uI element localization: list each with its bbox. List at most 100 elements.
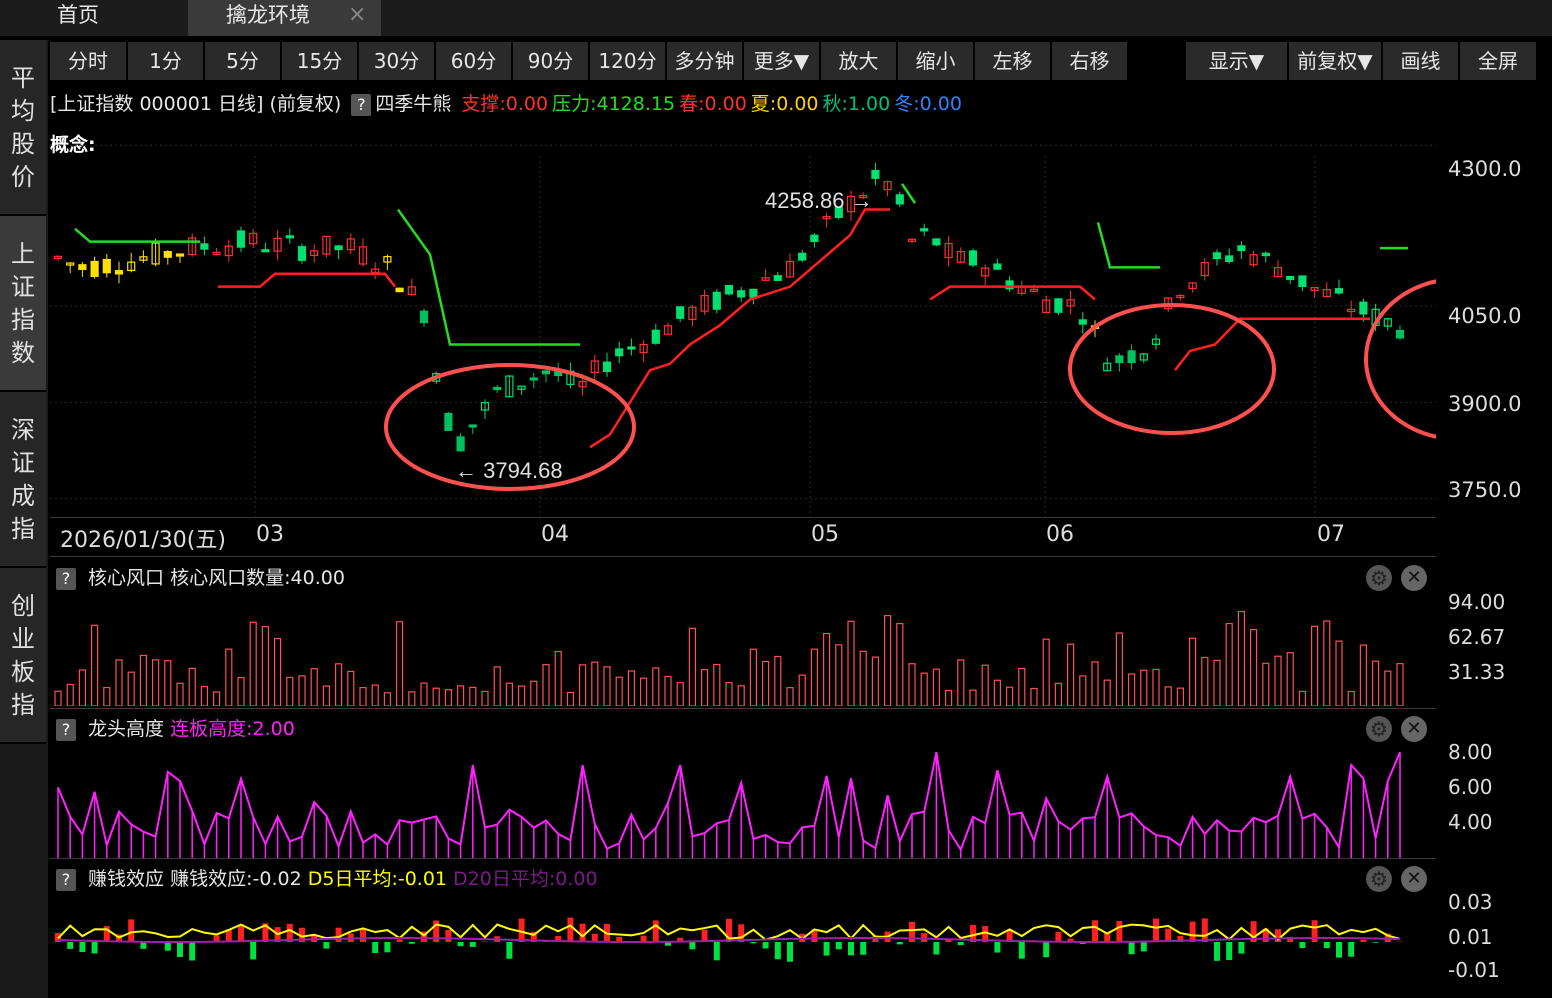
candle-body bbox=[114, 270, 124, 275]
profit-bar bbox=[689, 942, 696, 950]
core-wind-bar bbox=[505, 682, 513, 706]
core-wind-bar bbox=[908, 663, 916, 706]
support-line bbox=[218, 272, 396, 288]
candle-body bbox=[712, 291, 721, 310]
close-icon[interactable]: ✕ bbox=[1401, 716, 1427, 742]
profit-bar bbox=[652, 920, 659, 942]
toolbar-button[interactable]: 画线 bbox=[1383, 42, 1460, 80]
profit-bar bbox=[848, 942, 854, 956]
core-wind-bar bbox=[90, 624, 99, 706]
toolbar-button[interactable]: 左移 bbox=[975, 42, 1052, 80]
toolbar-button[interactable]: 显示▼ bbox=[1186, 42, 1289, 80]
close-icon[interactable]: × bbox=[348, 0, 366, 30]
toolbar-button[interactable]: 多分钟 bbox=[667, 42, 744, 80]
candle-body bbox=[1334, 288, 1344, 294]
help-icon[interactable]: ? bbox=[56, 567, 76, 590]
gear-icon[interactable]: ⚙ bbox=[1366, 716, 1392, 742]
core-wind-bar bbox=[1286, 652, 1294, 706]
toolbar-button[interactable]: 5分 bbox=[205, 42, 282, 80]
toolbar-button[interactable]: 放大 bbox=[821, 42, 898, 80]
profit-bar bbox=[713, 942, 720, 961]
toolbar-button[interactable]: 90分 bbox=[513, 42, 590, 80]
y-tick: 4050.0 bbox=[1448, 304, 1522, 328]
pressure-line bbox=[900, 183, 917, 204]
profit-bar bbox=[787, 942, 793, 962]
sidebar-item-chinext[interactable]: 创业板指 bbox=[0, 568, 46, 744]
panel-title: 赚钱效应 bbox=[88, 868, 165, 890]
divider bbox=[50, 708, 1436, 709]
profit-bar bbox=[1360, 939, 1367, 942]
profit-bar bbox=[567, 917, 574, 942]
profit-bar bbox=[506, 942, 513, 959]
candle-body bbox=[1212, 252, 1222, 260]
core-wind-bar bbox=[1274, 655, 1282, 706]
toolbar-button[interactable]: 缩小 bbox=[898, 42, 975, 80]
core-wind-bar bbox=[1054, 682, 1063, 706]
leader-height-line-chart bbox=[57, 751, 1401, 858]
toolbar-button[interactable]: 更多▼ bbox=[744, 42, 821, 80]
y-tick: 8.00 bbox=[1448, 740, 1493, 764]
date-start-label: 2026/01/30(五) bbox=[60, 528, 226, 553]
candlestick-chart[interactable]: 4258.86 → ← 3794.68 bbox=[50, 126, 1436, 518]
profit-bar bbox=[1336, 942, 1342, 958]
help-icon[interactable]: ? bbox=[351, 93, 372, 116]
y-tick: -0.01 bbox=[1448, 958, 1500, 982]
close-icon[interactable]: ✕ bbox=[1401, 866, 1427, 892]
candle-body bbox=[297, 246, 307, 261]
toolbar-button[interactable]: 1分 bbox=[128, 42, 205, 80]
gear-icon[interactable]: ⚙ bbox=[1366, 866, 1392, 892]
divider bbox=[50, 858, 1436, 859]
y-tick: 4300.0 bbox=[1448, 157, 1522, 181]
tab-home[interactable]: 首页 bbox=[0, 0, 186, 36]
core-wind-bar bbox=[469, 686, 477, 706]
core-wind-bar bbox=[835, 644, 843, 706]
top-tab-bar: 首页 擒龙环境 × bbox=[0, 0, 1552, 36]
core-wind-bar bbox=[1262, 662, 1270, 706]
core-wind-bar bbox=[1249, 628, 1258, 706]
core-wind-bar bbox=[920, 672, 928, 706]
core-wind-bar bbox=[1323, 620, 1331, 706]
core-wind-bar bbox=[883, 615, 892, 706]
help-icon[interactable]: ? bbox=[56, 718, 76, 741]
profit-bar bbox=[762, 942, 769, 949]
profit-bar bbox=[1299, 942, 1306, 949]
sidebar-item-avg-price[interactable]: 平均股价 bbox=[0, 40, 46, 216]
toolbar-button[interactable]: 分时 bbox=[50, 42, 128, 80]
toolbar-button[interactable]: 全屏 bbox=[1460, 42, 1538, 80]
core-wind-bar bbox=[932, 668, 941, 706]
tab-qinlong-env[interactable]: 擒龙环境 × bbox=[188, 0, 381, 36]
summer-value: 夏:0.00 bbox=[750, 93, 819, 115]
toolbar-button[interactable]: 右移 bbox=[1052, 42, 1129, 80]
core-wind-bar bbox=[518, 685, 526, 706]
toolbar-button[interactable]: 前复权▼ bbox=[1289, 42, 1383, 80]
toolbar-button[interactable]: 120分 bbox=[590, 42, 667, 80]
profit-bar bbox=[1128, 942, 1135, 955]
candle-body bbox=[724, 284, 734, 295]
toolbar-button[interactable]: 60分 bbox=[436, 42, 513, 80]
candle-body bbox=[1286, 275, 1295, 281]
gear-icon[interactable]: ⚙ bbox=[1366, 565, 1392, 591]
core-wind-bar bbox=[1152, 668, 1160, 706]
toolbar-button[interactable]: 30分 bbox=[359, 42, 436, 80]
candle-body bbox=[602, 361, 612, 373]
core-wind-bar bbox=[774, 655, 782, 706]
candle-body bbox=[1298, 275, 1307, 288]
core-wind-bar bbox=[200, 685, 208, 706]
core-wind-bar bbox=[1103, 679, 1111, 706]
high-price-label: 4258.86 → bbox=[765, 188, 873, 213]
profit-bar bbox=[1214, 942, 1220, 961]
core-wind-bar bbox=[1164, 686, 1172, 706]
tab-label: 擒龙环境 bbox=[226, 3, 310, 27]
close-icon[interactable]: ✕ bbox=[1401, 565, 1427, 591]
toolbar-button[interactable]: 15分 bbox=[282, 42, 359, 80]
sidebar-item-shanghai[interactable]: 上证指数 bbox=[0, 216, 46, 392]
profit-bar bbox=[774, 942, 781, 960]
divider bbox=[50, 517, 1436, 518]
sidebar-item-shenzhen[interactable]: 深证成指 bbox=[0, 392, 46, 568]
candle-body bbox=[1115, 355, 1124, 364]
help-icon[interactable]: ? bbox=[56, 868, 76, 891]
profit-bar bbox=[1043, 942, 1050, 958]
core-wind-bar bbox=[176, 682, 184, 706]
panel-title: 核心风口 bbox=[88, 567, 165, 589]
profit-bar bbox=[457, 942, 464, 947]
